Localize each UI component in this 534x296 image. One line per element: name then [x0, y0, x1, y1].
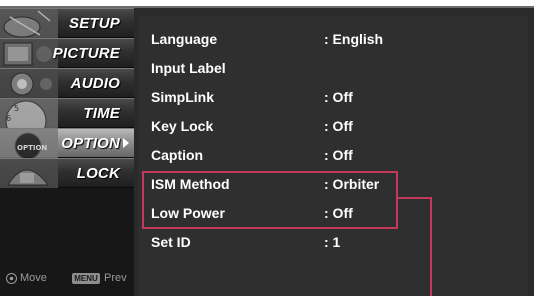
sidebar-item-time[interactable]: 6 5 TIME — [0, 98, 134, 129]
option-row-input-label[interactable]: Input Label — [138, 53, 528, 82]
move-hint-label: Move — [20, 272, 47, 284]
option-label: Key Lock — [151, 118, 214, 134]
sidebar-item-picture[interactable]: PICTURE — [0, 38, 134, 69]
sidebar-item-option[interactable]: OPTION OPTION — [0, 128, 134, 159]
tv-osd-screen: SETUP PICTURE AUDIO 6 5 TIME OPTION OPTI… — [0, 0, 534, 296]
clock-icon: 6 5 — [0, 99, 58, 129]
sidebar-item-audio[interactable]: AUDIO — [0, 68, 134, 99]
option-label: SimpLink — [151, 89, 215, 105]
option-row-language[interactable]: Language : English — [138, 24, 528, 53]
option-dial-icon: OPTION — [0, 129, 58, 159]
svg-text:6: 6 — [6, 114, 11, 123]
selected-arrow-icon — [123, 138, 129, 148]
option-row-set-id[interactable]: Set ID : 1 — [138, 227, 528, 256]
satellite-dish-icon — [0, 9, 58, 39]
option-value: : English — [324, 31, 384, 47]
prev-hint-label: Prev — [104, 272, 127, 284]
sidebar-item-setup[interactable]: SETUP — [0, 8, 134, 39]
option-label: Language — [151, 31, 218, 47]
option-value: : 1 — [324, 234, 341, 250]
callout-line-vertical — [430, 197, 432, 296]
option-panel: Language : English Input Label SimpLink … — [134, 8, 534, 296]
sidebar-item-label: LOCK — [76, 165, 120, 182]
option-row-simplink[interactable]: SimpLink : Off — [138, 82, 528, 111]
highlight-box — [142, 171, 398, 229]
option-row-caption[interactable]: Caption : Off — [138, 140, 528, 169]
navigation-hint: Move MENU Prev — [6, 272, 132, 286]
option-value: : Off — [324, 89, 353, 105]
sidebar-item-label: TIME — [83, 105, 120, 122]
dpad-icon — [6, 273, 17, 284]
svg-text:OPTION: OPTION — [17, 144, 47, 152]
lock-icon — [0, 159, 58, 189]
option-label: Caption — [151, 147, 204, 163]
option-value: : Off — [324, 147, 353, 163]
sidebar-menu: SETUP PICTURE AUDIO 6 5 TIME OPTION OPTI… — [0, 8, 134, 296]
top-border — [0, 0, 534, 8]
sidebar-item-lock[interactable]: LOCK — [0, 158, 134, 189]
option-label: Input Label — [151, 60, 226, 76]
sidebar-empty-area: Move MENU Prev — [0, 188, 134, 296]
sidebar-item-label: OPTION — [61, 135, 120, 152]
menu-key-icon: MENU — [72, 273, 100, 284]
speaker-icon — [0, 69, 58, 99]
option-row-key-lock[interactable]: Key Lock : Off — [138, 111, 528, 140]
svg-text:5: 5 — [14, 104, 19, 113]
sidebar-item-label: AUDIO — [70, 75, 120, 92]
option-list: Language : English Input Label SimpLink … — [138, 16, 528, 296]
filmstrip-icon — [0, 39, 58, 69]
callout-line-horizontal — [398, 197, 432, 199]
sidebar-item-label: PICTURE — [52, 45, 120, 62]
option-value: : Off — [324, 118, 353, 134]
sidebar-item-label: SETUP — [68, 15, 120, 32]
option-label: Set ID — [151, 234, 191, 250]
